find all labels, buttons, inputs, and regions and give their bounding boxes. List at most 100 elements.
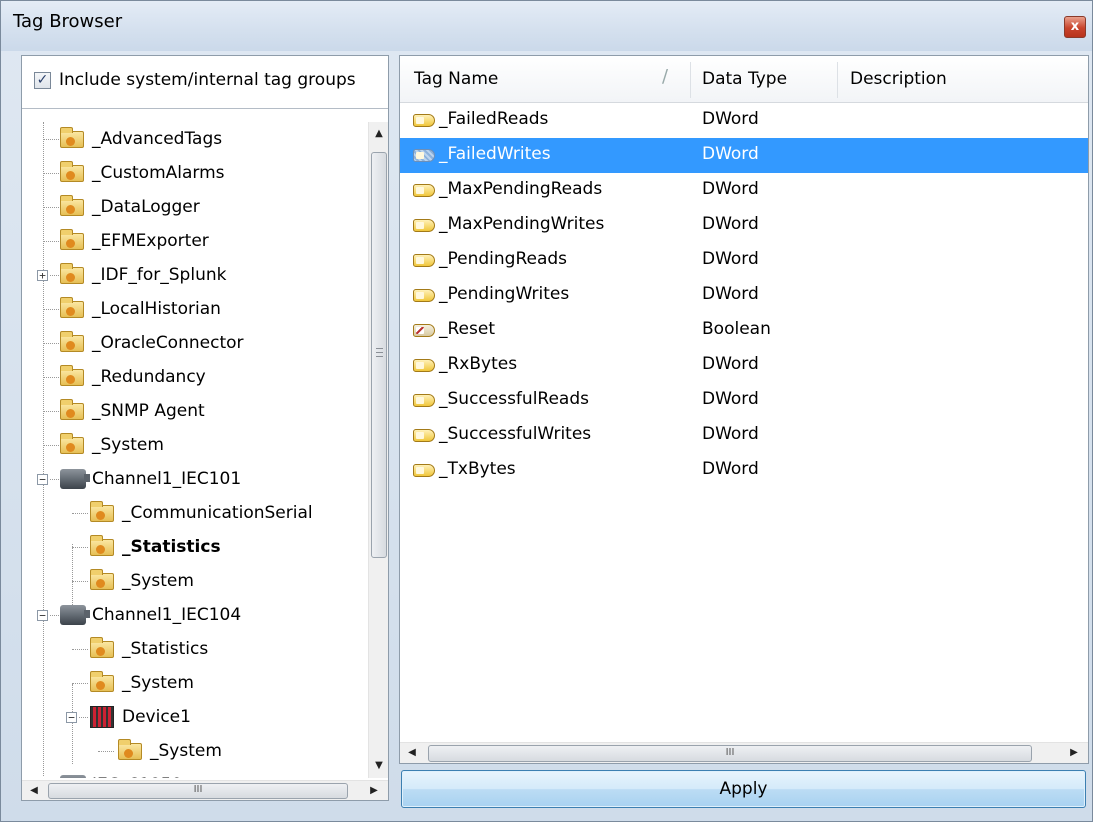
table-row[interactable]: _PendingWrites DWord (400, 278, 1088, 313)
tree-item-label: _CustomAlarms (92, 163, 225, 183)
title-bar[interactable]: Tag Browser x (1, 1, 1092, 51)
tree-item-label: _Statistics (122, 639, 209, 659)
folder-icon (90, 535, 114, 556)
tree-item-label: _AdvancedTags (92, 129, 223, 149)
tree-item-system[interactable]: _System (22, 564, 368, 598)
tag-name-cell: _MaxPendingReads (439, 179, 603, 199)
tag-name-cell: _PendingWrites (439, 284, 570, 304)
folder-icon (60, 127, 84, 148)
data-type-cell: DWord (702, 389, 759, 409)
folder-icon (90, 671, 114, 692)
tree-item-statistics[interactable]: _Statistics (22, 632, 368, 666)
tag-list-horizontal-scrollbar[interactable]: ◀ III ▶ (400, 742, 1088, 763)
tree-item-label: IEC_61850 (92, 768, 182, 778)
folder-icon (60, 399, 84, 420)
data-type-cell: DWord (702, 459, 759, 479)
tree-item-datalogger[interactable]: _DataLogger (22, 190, 368, 224)
column-header-description[interactable]: Description (850, 69, 947, 89)
table-row[interactable]: _MaxPendingWrites DWord (400, 208, 1088, 243)
tag-icon (413, 359, 435, 372)
tree-item-communicationserial[interactable]: _CommunicationSerial (22, 496, 368, 530)
tag-name-cell: _PendingReads (439, 249, 568, 269)
folder-icon (60, 263, 84, 284)
tag-group-pane: ✓ Include system/internal tag groups _Ad… (21, 55, 389, 801)
scroll-left-icon[interactable]: ◀ (402, 743, 422, 763)
tree-item-system[interactable]: _System (22, 666, 368, 700)
tree-item-system[interactable]: _System (22, 734, 368, 768)
tree-item-label: Device1 (122, 707, 191, 727)
tree-item-idf-for-splunk[interactable]: + _IDF_for_Splunk (22, 258, 368, 292)
apply-button[interactable]: Apply (401, 770, 1086, 808)
tag-icon (413, 394, 435, 407)
include-system-label[interactable]: Include system/internal tag groups (59, 70, 356, 90)
tag-browser-window: Tag Browser x ✓ Include system/internal … (0, 0, 1093, 822)
tag-icon (413, 219, 435, 232)
include-system-checkbox-row[interactable]: ✓ Include system/internal tag groups (22, 56, 388, 109)
collapse-icon[interactable]: − (37, 474, 48, 485)
data-type-cell: DWord (702, 354, 759, 374)
tree-vertical-scrollbar[interactable]: ▲ ▼ (368, 122, 388, 778)
tree-item-localhistorian[interactable]: _LocalHistorian (22, 292, 368, 326)
folder-icon (90, 637, 114, 658)
tree-item-label: _CommunicationSerial (122, 503, 313, 523)
scroll-thumb[interactable] (371, 152, 387, 558)
scroll-thumb[interactable]: III (48, 783, 348, 799)
table-row[interactable]: _MaxPendingReads DWord (400, 173, 1088, 208)
expand-icon[interactable]: + (37, 270, 48, 281)
tree-item-label: _Statistics (122, 537, 221, 557)
include-system-checkbox[interactable]: ✓ (34, 72, 51, 89)
data-type-cell: DWord (702, 179, 759, 199)
scroll-up-icon[interactable]: ▲ (369, 124, 389, 144)
table-row[interactable]: _SuccessfulReads DWord (400, 383, 1088, 418)
tag-icon (413, 149, 435, 162)
table-row-selected[interactable]: _FailedWrites DWord (400, 138, 1088, 173)
table-row[interactable]: _Reset Boolean (400, 313, 1088, 348)
tree-item-oracleconnector[interactable]: _OracleConnector (22, 326, 368, 360)
tree-item-efmexporter[interactable]: _EFMExporter (22, 224, 368, 258)
table-row[interactable]: _SuccessfulWrites DWord (400, 418, 1088, 453)
tree-item-device1[interactable]: − Device1 (22, 700, 368, 734)
tag-icon (413, 429, 435, 442)
table-row[interactable]: _RxBytes DWord (400, 348, 1088, 383)
tree-item-label: _LocalHistorian (92, 299, 221, 319)
scroll-right-icon[interactable]: ▶ (1064, 743, 1084, 763)
tag-icon (413, 114, 435, 127)
boolean-tag-icon (413, 324, 435, 337)
folder-icon (60, 297, 84, 318)
scroll-thumb[interactable]: III (428, 745, 1032, 762)
channel-icon (60, 775, 86, 778)
tree-item-statistics-selected[interactable]: _Statistics (22, 530, 368, 564)
tree-item-system[interactable]: _System (22, 428, 368, 462)
collapse-icon[interactable]: − (66, 712, 77, 723)
tree-item-customalarms[interactable]: _CustomAlarms (22, 156, 368, 190)
tag-name-cell: _FailedWrites (439, 144, 551, 164)
close-button[interactable]: x (1064, 16, 1086, 38)
tree-horizontal-scrollbar[interactable]: ◀ III ▶ (22, 780, 388, 800)
tree-item-iec-61850[interactable]: − IEC_61850 (22, 768, 368, 778)
tree-item-label: _EFMExporter (92, 231, 209, 251)
device-icon (90, 706, 114, 728)
collapse-icon[interactable]: − (37, 610, 48, 621)
folder-icon (60, 365, 84, 386)
tree-item-snmp-agent[interactable]: _SNMP Agent (22, 394, 368, 428)
table-row[interactable]: _PendingReads DWord (400, 243, 1088, 278)
scroll-right-icon[interactable]: ▶ (364, 781, 384, 801)
table-row[interactable]: _FailedReads DWord (400, 103, 1088, 138)
scroll-down-icon[interactable]: ▼ (369, 756, 389, 776)
folder-icon (118, 739, 142, 760)
tree-item-redundancy[interactable]: _Redundancy (22, 360, 368, 394)
data-type-cell: DWord (702, 144, 759, 164)
scroll-left-icon[interactable]: ◀ (24, 781, 44, 801)
column-header-tag-name[interactable]: Tag Name (414, 69, 498, 89)
table-row[interactable]: _TxBytes DWord (400, 453, 1088, 488)
data-type-cell: DWord (702, 284, 759, 304)
window-title: Tag Browser (13, 11, 123, 32)
tag-name-cell: _RxBytes (439, 354, 518, 374)
tree-item-channel1-iec104[interactable]: − Channel1_IEC104 (22, 598, 368, 632)
tree-item-advancedtags[interactable]: _AdvancedTags (22, 122, 368, 156)
tree-item-label: _System (92, 435, 164, 455)
tree-item-channel1-iec101[interactable]: − Channel1_IEC101 (22, 462, 368, 496)
tree-item-label: _System (150, 741, 222, 761)
column-header-data-type[interactable]: Data Type (702, 69, 787, 89)
tag-name-cell: _SuccessfulWrites (439, 424, 592, 444)
